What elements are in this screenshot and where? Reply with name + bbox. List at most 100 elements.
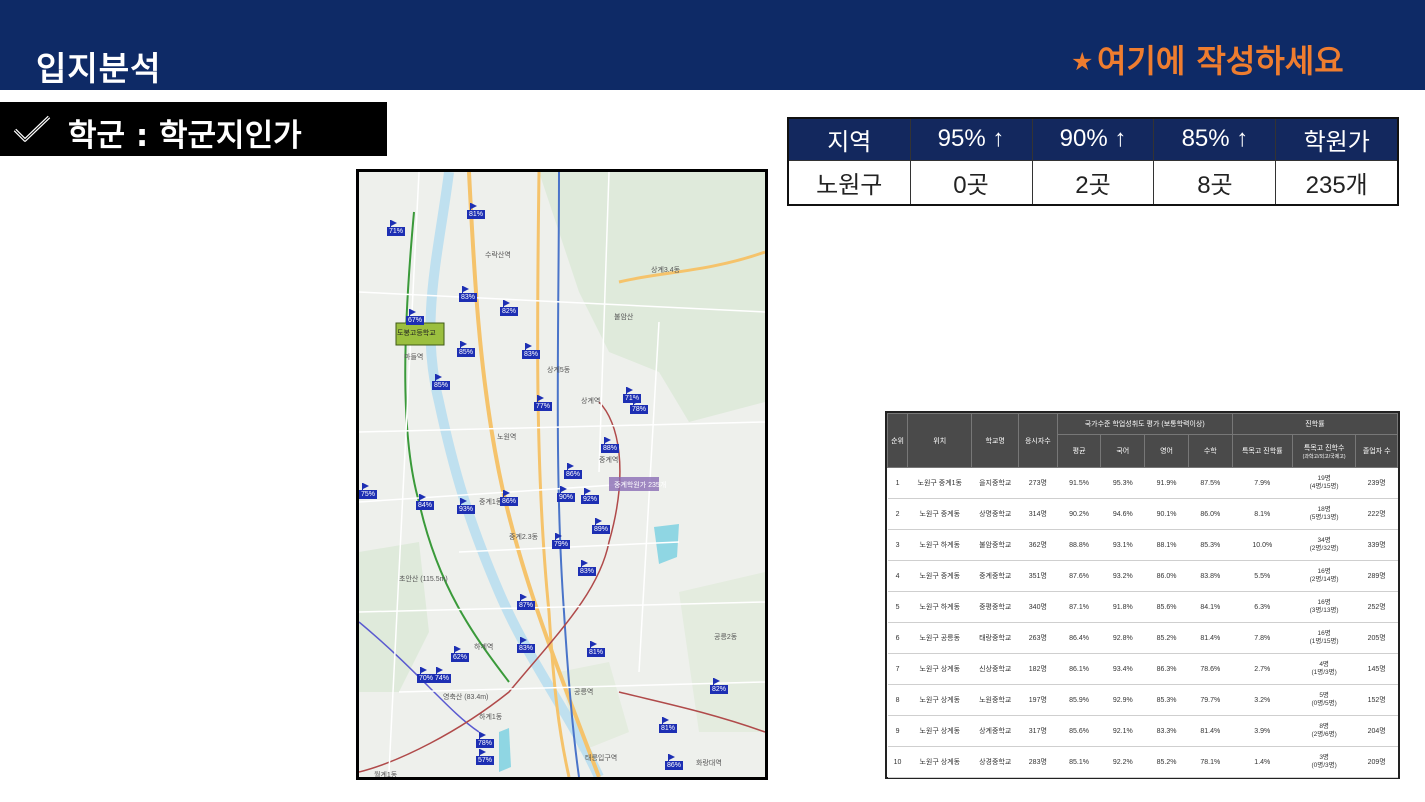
- map-pin[interactable]: 81%: [659, 717, 678, 733]
- table-cell: 87.5%: [1188, 467, 1233, 499]
- table-cell: 85.6%: [1057, 715, 1101, 747]
- map-pin[interactable]: 77%: [534, 395, 553, 411]
- school-ranking-panel: 순위 위치 학교명 응시자수 국가수준 학업성취도 평가 (보통학력이상) 진학…: [885, 411, 1400, 779]
- map-pin[interactable]: 89%: [592, 518, 611, 534]
- table-cell: 273명: [1018, 467, 1058, 499]
- table-cell: 불암중학교: [971, 529, 1019, 561]
- table-cell: 신상중학교: [971, 653, 1019, 685]
- map-pin[interactable]: 62%: [451, 646, 470, 662]
- table-cell: 91.5%: [1057, 467, 1101, 499]
- rank-header-cell: 국가수준 학업성취도 평가 (보통학력이상): [1056, 413, 1233, 435]
- table-cell: 84.1%: [1188, 591, 1233, 623]
- table-cell: 85.2%: [1144, 622, 1189, 654]
- special-count: 8명: [1319, 723, 1329, 730]
- school-district-map: 수락산역 노원역 상계역 중계역 하계역 공릉역 태릉입구역 불암산 마들역 상…: [356, 169, 768, 780]
- map-pin[interactable]: 67%: [406, 309, 425, 325]
- map-label: 상계3.4동: [651, 267, 681, 274]
- map-pin[interactable]: 75%: [359, 483, 378, 499]
- special-breakdown: (3명/13명): [1309, 607, 1339, 614]
- special-breakdown: (5명/13명): [1309, 514, 1339, 521]
- table-cell: 노원구 하계동: [907, 529, 972, 561]
- map-pin[interactable]: 83%: [517, 637, 536, 653]
- map-pin[interactable]: 78%: [630, 398, 649, 414]
- map-pin[interactable]: 85%: [432, 374, 451, 390]
- table-cell: 209명: [1355, 746, 1398, 778]
- map-pin[interactable]: 71%: [387, 220, 406, 236]
- map-pin[interactable]: 93%: [457, 498, 476, 514]
- map-pin[interactable]: 81%: [587, 641, 606, 657]
- table-cell: 85.6%: [1144, 591, 1189, 623]
- map-pin[interactable]: 87%: [517, 594, 536, 610]
- map-pin[interactable]: 83%: [522, 343, 541, 359]
- table-cell: 10: [887, 746, 908, 778]
- map-pin[interactable]: 83%: [459, 286, 478, 302]
- table-cell: 10.0%: [1232, 529, 1293, 561]
- table-cell: 339명: [1355, 529, 1398, 561]
- special-breakdown: (0명/5명): [1311, 700, 1337, 707]
- summary-cell: 235개: [1275, 159, 1399, 206]
- rank-body: 1 노원구 중계1동 을지중학교 273명 91.5% 95.3% 91.9% 87.5% 7.…: [887, 467, 1398, 778]
- table-cell: 2.7%: [1232, 653, 1293, 685]
- rank-header-text: (과학고/외고/국제고): [1302, 453, 1346, 460]
- table-cell: 92.2%: [1100, 746, 1145, 778]
- table-cell: 19명 (4명/15명): [1292, 467, 1356, 499]
- map-pin[interactable]: 90%: [557, 486, 576, 502]
- table-cell: 34명 (2명/32명): [1292, 529, 1356, 561]
- map-pin[interactable]: 82%: [710, 678, 729, 694]
- map-pin[interactable]: 82%: [500, 300, 519, 316]
- table-row: 6 노원구 공릉동 태랑중학교 263명 86.4% 92.8% 85.2% 81.4% 7.8…: [887, 622, 1398, 654]
- special-breakdown: (1명/3명): [1311, 669, 1337, 676]
- summary-cell: 0곳: [909, 159, 1033, 206]
- map-pin[interactable]: 85%: [457, 341, 476, 357]
- map-pin[interactable]: 86%: [564, 463, 583, 479]
- rank-header-cell: 국어: [1100, 434, 1146, 468]
- table-cell: 92.8%: [1100, 622, 1145, 654]
- table-cell: 88.1%: [1144, 529, 1189, 561]
- map-pin[interactable]: 79%: [552, 533, 571, 549]
- table-cell: 85.3%: [1144, 684, 1189, 716]
- map-pin[interactable]: 84%: [416, 494, 435, 510]
- table-row: 8 노원구 상계동 노원중학교 197명 85.9% 92.9% 85.3% 79.7% 3.2…: [887, 684, 1398, 716]
- table-cell: 노원구 중계1동: [907, 467, 972, 499]
- special-count: 5명: [1319, 692, 1329, 699]
- table-row: 3 노원구 하계동 불암중학교 362명 88.8% 93.1% 88.1% 85.3% 10.…: [887, 529, 1398, 561]
- header-bar: 입지분석 ★ 여기에 작성하세요: [0, 0, 1425, 90]
- table-cell: 노원중학교: [971, 684, 1019, 716]
- map-pin[interactable]: 78%: [476, 732, 495, 748]
- table-cell: 83.8%: [1188, 560, 1233, 592]
- rank-header-cell: 진학률: [1231, 413, 1399, 435]
- table-cell: 91.9%: [1144, 467, 1189, 499]
- table-cell: 8.1%: [1232, 498, 1293, 530]
- table-row: 7 노원구 상계동 신상중학교 182명 86.1% 93.4% 86.3% 78.6% 2.7…: [887, 653, 1398, 685]
- special-count: 19명: [1317, 475, 1331, 482]
- table-cell: 16명 (3명/13명): [1292, 591, 1356, 623]
- map-pin[interactable]: 92%: [581, 488, 600, 504]
- table-cell: 중계중학교: [971, 560, 1019, 592]
- table-cell: 5명 (0명/5명): [1292, 684, 1356, 716]
- table-cell: 90.1%: [1144, 498, 1189, 530]
- map-pin[interactable]: 81%: [467, 203, 486, 219]
- summary-header-cell: 학원가: [1275, 117, 1399, 161]
- map-pin[interactable]: 74%: [433, 667, 452, 683]
- table-cell: 86.0%: [1144, 560, 1189, 592]
- table-cell: 145명: [1355, 653, 1398, 685]
- table-cell: 1.4%: [1232, 746, 1293, 778]
- table-cell: 3.9%: [1232, 715, 1293, 747]
- summary-table: 지역 95% ↑ 90% ↑ 85% ↑ 학원가 노원구 0곳 2곳 8곳 23…: [787, 117, 1399, 206]
- map-pin[interactable]: 88%: [601, 437, 620, 453]
- table-cell: 86.0%: [1188, 498, 1233, 530]
- map-pin[interactable]: 86%: [500, 490, 519, 506]
- table-cell: 88.8%: [1057, 529, 1101, 561]
- table-cell: 204명: [1355, 715, 1398, 747]
- map-pin[interactable]: 83%: [578, 560, 597, 576]
- special-count: 16명: [1317, 568, 1331, 575]
- table-cell: 4: [887, 560, 908, 592]
- table-cell: 노원구 상계동: [907, 715, 972, 747]
- map-pin[interactable]: 86%: [665, 754, 684, 770]
- special-count: 18명: [1317, 506, 1331, 513]
- map-label: 하계1동: [479, 714, 503, 721]
- map-pin[interactable]: 57%: [476, 749, 495, 765]
- table-cell: 85.3%: [1188, 529, 1233, 561]
- table-cell: 340명: [1018, 591, 1058, 623]
- table-cell: 5: [887, 591, 908, 623]
